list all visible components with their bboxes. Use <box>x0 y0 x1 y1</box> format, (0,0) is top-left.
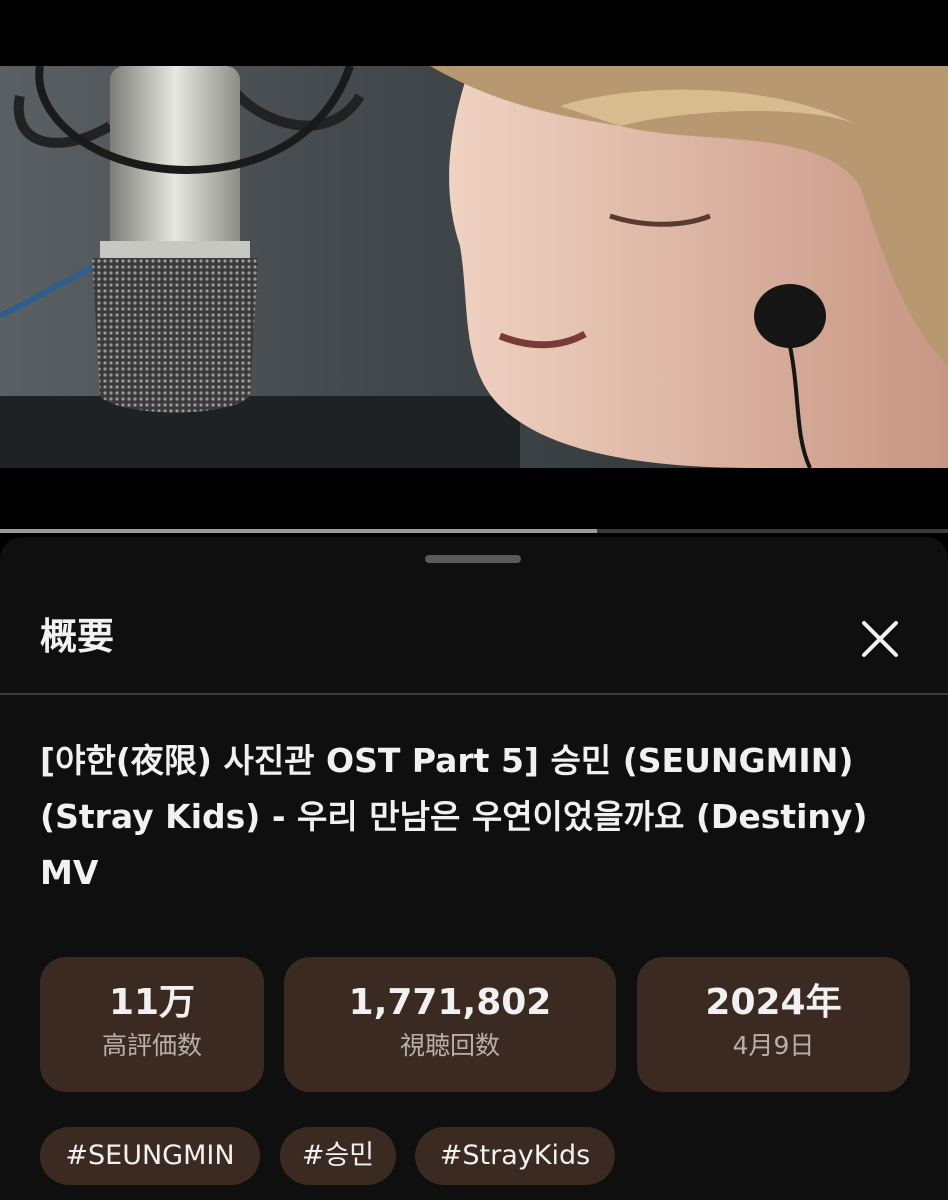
stats-row: 11万 高評価数 1,771,802 視聴回数 2024年 4月9日 <box>40 957 910 1092</box>
likes-label: 高評価数 <box>101 1031 202 1060</box>
close-button[interactable] <box>856 615 904 663</box>
video-frame <box>0 66 948 468</box>
video-player[interactable] <box>0 66 948 468</box>
stat-views: 1,771,802 視聴回数 <box>284 957 616 1092</box>
progress-bar-fill <box>0 529 598 533</box>
publish-year: 2024年 <box>705 982 842 1023</box>
stat-likes: 11万 高評価数 <box>40 957 264 1092</box>
progress-bar[interactable] <box>0 529 948 533</box>
description-sheet: 概要 [야한(夜限) 사진관 OST Part 5] 승민 (SEUNGMIN)… <box>0 537 948 1200</box>
hashtag-straykids[interactable]: #StrayKids <box>415 1127 615 1185</box>
publish-date: 4月9日 <box>732 1031 815 1060</box>
video-title: [야한(夜限) 사진관 OST Part 5] 승민 (SEUNGMIN) (S… <box>40 741 868 892</box>
divider <box>0 693 948 695</box>
stat-date: 2024年 4月9日 <box>637 957 910 1092</box>
status-area <box>0 0 948 66</box>
sheet-title: 概要 <box>40 615 114 658</box>
views-label: 視聴回数 <box>399 1031 500 1060</box>
likes-count: 11万 <box>108 982 196 1023</box>
hashtag-seungmin-korean[interactable]: #승민 <box>280 1127 396 1185</box>
player-letterbox <box>0 468 948 530</box>
views-count: 1,771,802 <box>348 982 552 1023</box>
drag-handle[interactable] <box>425 555 521 563</box>
hashtag-seungmin[interactable]: #SEUNGMIN <box>40 1127 260 1185</box>
hashtag-row: #SEUNGMIN #승민 #StrayKids <box>40 1127 920 1187</box>
close-icon <box>862 621 898 657</box>
